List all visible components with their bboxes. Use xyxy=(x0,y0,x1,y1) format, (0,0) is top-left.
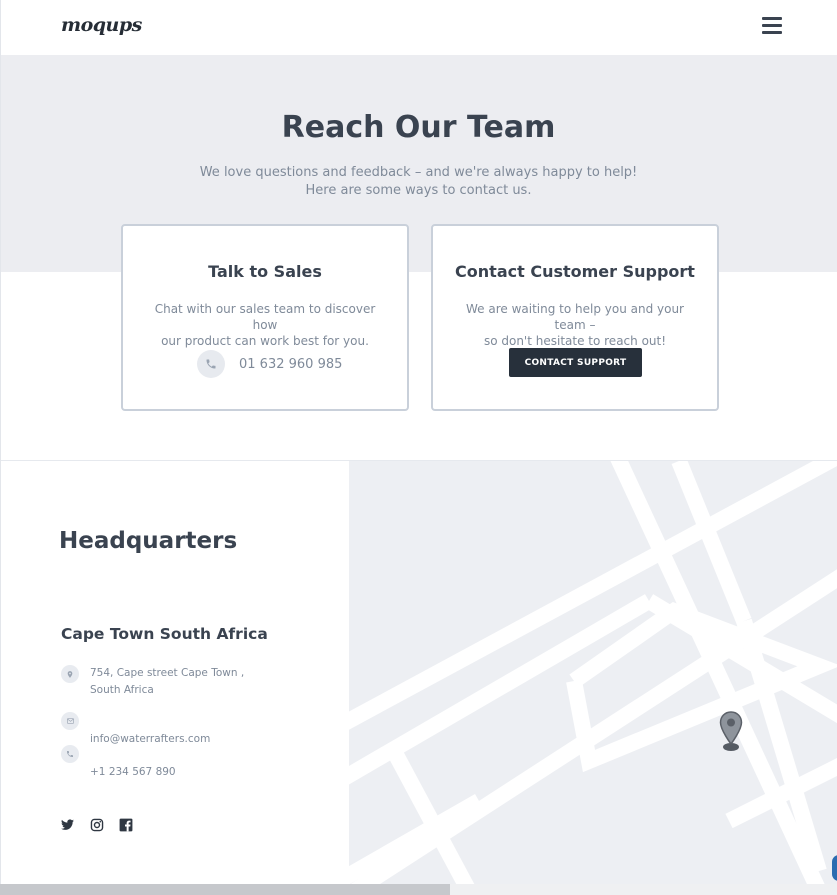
hero-subtitle-line-2: Here are some ways to contact us. xyxy=(305,183,532,198)
horizontal-scrollbar-thumb[interactable] xyxy=(0,884,450,895)
facebook-icon[interactable] xyxy=(119,817,135,833)
map-streets xyxy=(349,461,837,884)
twitter-icon[interactable] xyxy=(60,817,76,833)
phone-icon xyxy=(197,350,225,378)
sales-desc-line-2: our product can work best for you. xyxy=(161,334,369,348)
page-left-border xyxy=(0,55,1,885)
contact-support-button[interactable]: CONTACT SUPPORT xyxy=(509,348,642,377)
address-line-1: 754, Cape street Cape Town , xyxy=(90,667,245,679)
support-card-description: We are waiting to help you and your team… xyxy=(451,301,699,349)
sales-card-title: Talk to Sales xyxy=(208,262,322,281)
support-card-title: Contact Customer Support xyxy=(455,262,695,281)
support-desc-line-1: We are waiting to help you and your team… xyxy=(465,302,684,332)
map-pin-icon xyxy=(61,665,79,683)
hq-phone-number[interactable]: +1 234 567 890 xyxy=(90,764,176,781)
moqups-logo[interactable]: moqups xyxy=(61,14,142,36)
email-link[interactable]: info@waterrafters.com xyxy=(90,731,210,748)
sales-phone-link[interactable]: 01 632 960 985 xyxy=(197,350,342,378)
sales-card-description: Chat with our sales team to discover how… xyxy=(141,301,389,349)
page-title: Reach Our Team xyxy=(281,110,556,145)
hero-subtitle: We love questions and feedback – and we'… xyxy=(0,164,837,200)
talk-to-sales-card: Talk to Sales Chat with our sales team t… xyxy=(121,224,409,411)
sales-phone-number: 01 632 960 985 xyxy=(239,356,343,372)
map-marker-icon[interactable] xyxy=(718,711,744,755)
hero-subtitle-line-1: We love questions and feedback – and we'… xyxy=(199,165,638,180)
site-header: moqups xyxy=(0,0,837,55)
sales-desc-line-1: Chat with our sales team to discover how xyxy=(154,302,376,332)
headquarters-heading: Headquarters xyxy=(59,528,238,554)
contact-support-card: Contact Customer Support We are waiting … xyxy=(431,224,719,411)
city-heading: Cape Town South Africa xyxy=(61,625,268,643)
support-desc-line-2: so don't hesitate to reach out! xyxy=(483,334,667,348)
address: 754, Cape street Cape Town , South Afric… xyxy=(90,665,244,699)
phone-icon xyxy=(61,745,79,763)
mail-icon xyxy=(61,712,79,730)
location-map[interactable] xyxy=(349,461,837,884)
instagram-icon[interactable] xyxy=(90,817,106,833)
address-line-2: South Africa xyxy=(90,684,154,696)
hamburger-menu-icon[interactable] xyxy=(762,17,782,35)
chat-widget-button[interactable] xyxy=(832,855,837,881)
horizontal-scrollbar-track[interactable] xyxy=(450,884,837,895)
